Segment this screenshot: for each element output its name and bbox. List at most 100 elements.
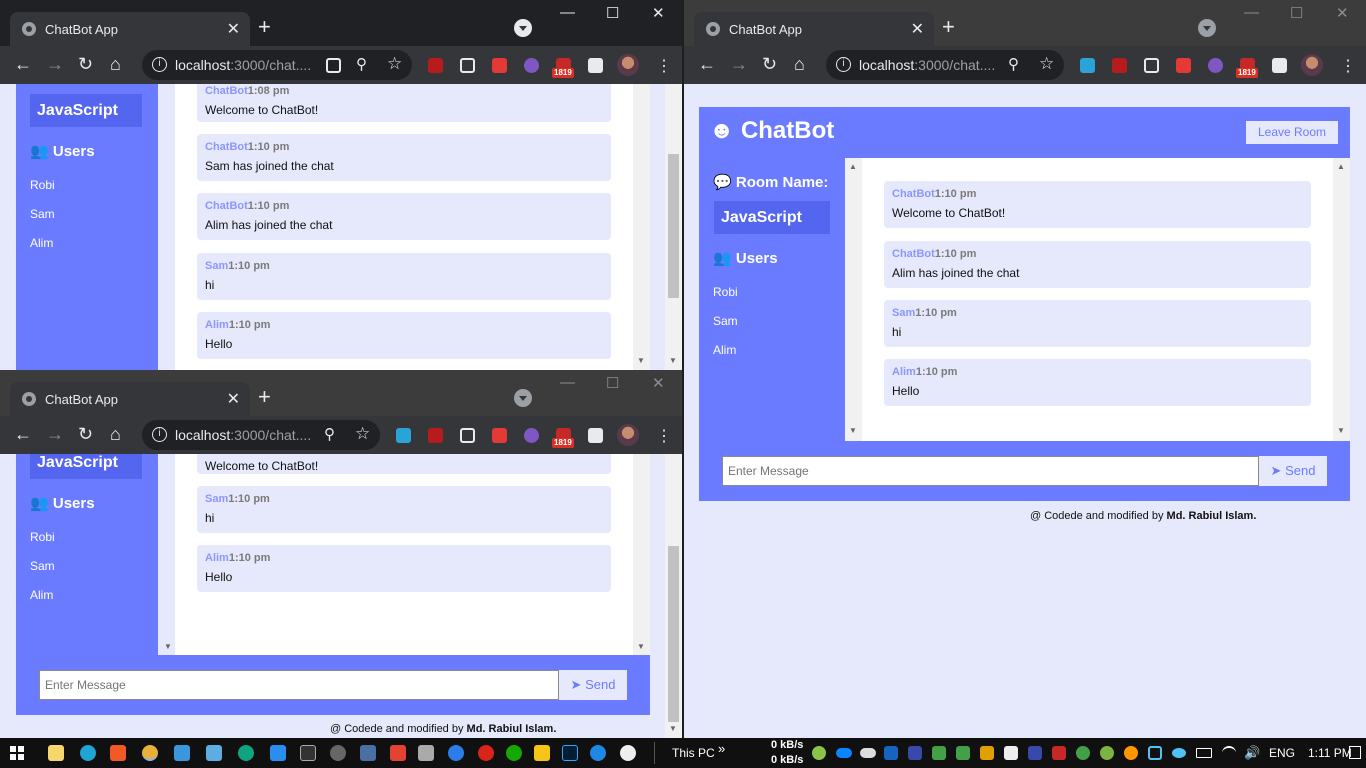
browser-tab[interactable]: ChatBot App ✕ <box>10 382 250 416</box>
onedrive-icon[interactable] <box>836 748 852 758</box>
settings-icon[interactable] <box>330 745 346 761</box>
reload-button[interactable]: ↻ <box>762 55 777 73</box>
owl-extension-icon[interactable] <box>524 58 539 73</box>
clock[interactable]: 1:11 PM <box>1308 746 1352 760</box>
puzzle-icon[interactable] <box>588 428 603 443</box>
tray-lav-icon[interactable] <box>1052 746 1066 760</box>
keyboard-icon[interactable] <box>206 745 222 761</box>
tray-lav-icon[interactable] <box>1004 746 1018 760</box>
page-scrollbar[interactable]: ▼ <box>665 84 682 370</box>
windows-start-icon[interactable] <box>10 746 24 760</box>
tray-app-icon[interactable] <box>1148 746 1162 760</box>
language-indicator[interactable]: ENG <box>1269 746 1295 760</box>
tray-app-icon[interactable] <box>980 746 994 760</box>
maximize-button[interactable]: ☐ <box>1290 4 1303 22</box>
scrollbar-thumb[interactable] <box>668 546 679 722</box>
vpn-icon[interactable] <box>448 745 464 761</box>
browser-tab[interactable]: ChatBot App ✕ <box>10 12 250 46</box>
tray-green-icon[interactable] <box>812 746 826 760</box>
eye-icon[interactable] <box>1172 748 1186 758</box>
message-input[interactable] <box>722 456 1259 486</box>
scroll-down-arrow[interactable]: ▼ <box>849 426 857 435</box>
scroll-down-arrow[interactable]: ▼ <box>164 642 172 651</box>
minimize-button[interactable]: — <box>1244 4 1259 21</box>
picture-in-picture-icon[interactable] <box>1144 58 1159 73</box>
minimize-button[interactable]: — <box>560 374 575 391</box>
chat-messages[interactable]: Welcome to ChatBot! Sam1:10 pm hi Alim1:… <box>175 454 650 655</box>
edge-icon[interactable] <box>80 745 96 761</box>
tray-h-icon[interactable] <box>956 746 970 760</box>
new-tab-button[interactable]: + <box>942 16 955 38</box>
scroll-down-arrow[interactable]: ▼ <box>637 642 645 651</box>
notification-icon[interactable] <box>1349 746 1361 759</box>
bookmark-star-icon[interactable]: ☆ <box>387 54 402 74</box>
page-scrollbar[interactable]: ▼ <box>665 454 682 738</box>
chat-scrollbar[interactable]: ▲ ▼ <box>1333 158 1350 441</box>
avatar[interactable] <box>617 54 639 76</box>
tray-app-icon[interactable] <box>908 746 922 760</box>
qr-icon[interactable] <box>326 58 341 73</box>
ublock-icon[interactable] <box>428 428 443 443</box>
menu-icon[interactable]: ⋮ <box>1340 56 1356 76</box>
pin-extension-icon[interactable] <box>492 58 507 73</box>
chatgpt-icon[interactable] <box>238 745 254 761</box>
this-pc-label[interactable]: This PC <box>672 746 715 760</box>
chat-scrollbar[interactable]: ▼ <box>633 454 650 655</box>
info-icon[interactable]: i <box>152 427 167 442</box>
puzzle-icon[interactable] <box>1272 58 1287 73</box>
dragon-icon[interactable] <box>590 745 606 761</box>
back-button[interactable]: ← <box>14 55 32 73</box>
player-icon[interactable] <box>534 745 550 761</box>
chrome-icon[interactable] <box>142 745 158 761</box>
printer-icon[interactable] <box>418 745 434 761</box>
home-button[interactable]: ⌂ <box>110 425 121 443</box>
home-button[interactable]: ⌂ <box>794 55 805 73</box>
network-app-icon[interactable] <box>174 745 190 761</box>
home-button[interactable]: ⌂ <box>110 55 121 73</box>
close-window-button[interactable]: ✕ <box>652 4 665 22</box>
leave-room-button[interactable]: Leave Room <box>1246 121 1338 144</box>
file-icon[interactable] <box>48 745 64 761</box>
bookmark-star-icon[interactable]: ☆ <box>1039 54 1054 74</box>
scroll-down-arrow[interactable]: ▼ <box>669 356 677 365</box>
back-button[interactable]: ← <box>14 425 32 443</box>
picture-in-picture-icon[interactable] <box>460 58 475 73</box>
browser-tab[interactable]: ChatBot App ✕ <box>694 12 934 46</box>
upwork-icon[interactable] <box>506 745 522 761</box>
photoshop-icon[interactable] <box>562 745 578 761</box>
scroll-down-arrow[interactable]: ▼ <box>637 356 645 365</box>
menu-icon[interactable]: ⋮ <box>656 426 672 446</box>
new-tab-button[interactable]: + <box>258 16 271 38</box>
wifi-icon[interactable] <box>1222 746 1236 760</box>
new-tab-button[interactable]: + <box>258 386 271 408</box>
zoom-icon[interactable]: ⚲ <box>324 425 335 443</box>
tab-close-icon[interactable]: ✕ <box>227 389 240 409</box>
forward-button[interactable]: → <box>46 55 64 73</box>
ublock-icon[interactable] <box>1112 58 1127 73</box>
scroll-down-arrow[interactable]: ▼ <box>1337 426 1345 435</box>
zoom-icon[interactable]: ⚲ <box>356 55 367 73</box>
owl-extension-icon[interactable] <box>524 428 539 443</box>
info-icon[interactable]: i <box>152 57 167 72</box>
cloud-icon[interactable] <box>860 748 876 758</box>
minimize-button[interactable]: — <box>560 4 575 21</box>
send-button[interactable]: ➤ Send <box>559 670 627 700</box>
tab-search-icon[interactable] <box>1198 19 1216 37</box>
todoist-icon[interactable] <box>390 745 406 761</box>
avatar[interactable] <box>617 424 639 446</box>
book-extension-icon[interactable] <box>396 428 411 443</box>
reload-button[interactable]: ↻ <box>78 425 93 443</box>
tray-app-icon[interactable] <box>1076 746 1090 760</box>
close-window-button[interactable]: ✕ <box>1336 4 1349 22</box>
tab-close-icon[interactable]: ✕ <box>911 19 924 39</box>
tab-search-icon[interactable] <box>514 19 532 37</box>
vscode-icon[interactable] <box>270 745 286 761</box>
reload-button[interactable]: ↻ <box>78 55 93 73</box>
tray-app-icon[interactable] <box>884 746 898 760</box>
puzzle-icon[interactable] <box>588 58 603 73</box>
chat-scrollbar[interactable]: ▼ <box>633 84 650 370</box>
close-window-button[interactable]: ✕ <box>652 374 665 392</box>
send-button[interactable]: ➤ Send <box>1259 456 1327 486</box>
tab-close-icon[interactable]: ✕ <box>227 19 240 39</box>
scroll-up-arrow[interactable]: ▲ <box>1337 162 1345 171</box>
